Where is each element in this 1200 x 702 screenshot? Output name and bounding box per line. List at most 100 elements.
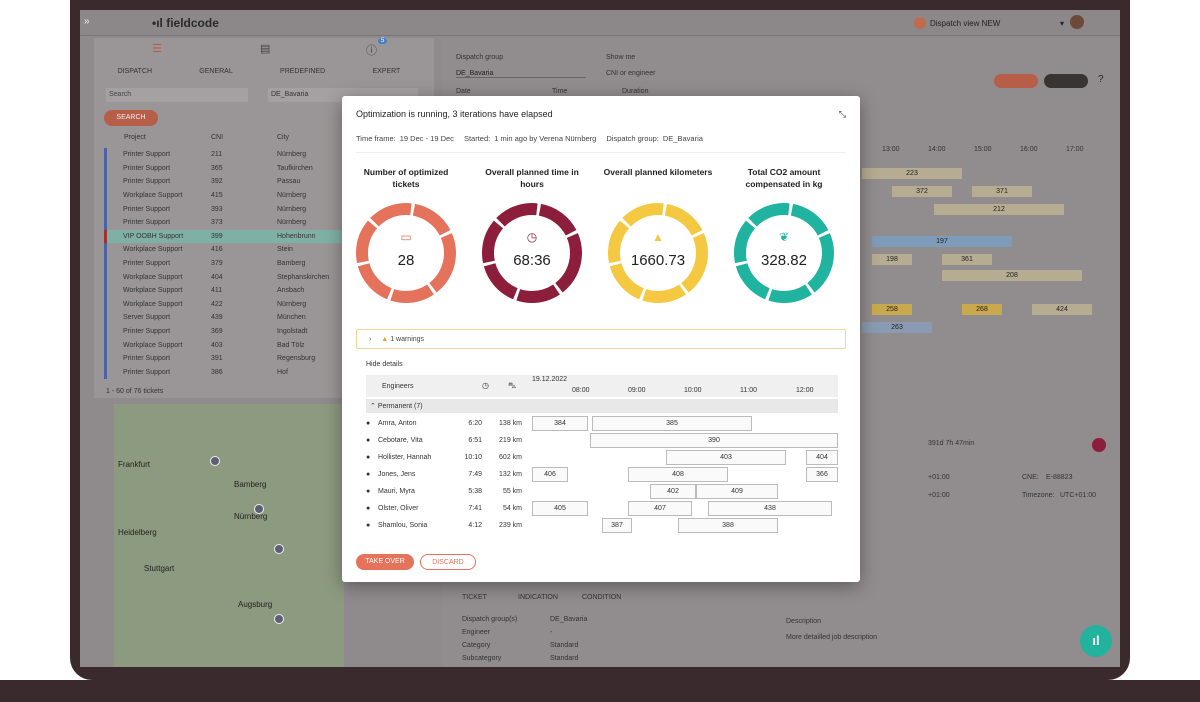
gantt-bar[interactable]: 263 [862,322,932,333]
map-marker[interactable] [274,614,284,624]
clipboard-icon[interactable]: ▤ [260,42,270,55]
table-cell: 399 [211,232,223,240]
gantt-bar[interactable]: 258 [872,304,912,315]
assignment-bar[interactable]: 438 [708,501,832,516]
tab-condition[interactable]: CONDITION [582,594,621,601]
map-marker[interactable] [210,456,220,466]
collapse-icon[interactable]: ⤡ [839,109,846,120]
gantt-bar[interactable]: 372 [892,186,952,197]
status-icon[interactable] [1092,438,1106,452]
avatar[interactable] [1070,15,1084,29]
table-cell: 393 [211,205,223,213]
gantt-bar[interactable]: 208 [942,270,1082,281]
gantt-bar[interactable]: 424 [1032,304,1092,315]
kpi-ring: ❦ 328.82 [733,202,835,304]
discard-button[interactable]: DISCARD [420,554,476,570]
engineer-row[interactable]: ● Hollister, Hannah 10:10 602 km [366,449,526,466]
table-cell: 439 [211,314,223,322]
tab-dispatch[interactable]: DISPATCH [118,68,152,82]
table-cell: Workplace Support [123,273,183,281]
assignment-bar[interactable]: 404 [806,450,838,465]
table-cell: 211 [211,151,223,159]
gantt-bar[interactable]: 223 [862,168,962,179]
gantt-bar[interactable]: 268 [962,304,1002,315]
dispatch-view-icon [914,17,926,29]
field-value: Standard [550,642,579,649]
map[interactable]: Frankfurt Bamberg Nürnberg Heidelberg St… [114,404,344,667]
take-over-button[interactable]: TAKE OVER [356,554,414,570]
divider [356,152,846,153]
gantt-bar[interactable]: 197 [872,236,1012,247]
kpi-label: Total CO2 amount compensated in kg [745,167,823,189]
assignment-bar[interactable]: 406 [532,467,568,482]
assignment-bar[interactable]: 409 [696,484,778,499]
fieldcode-assistant-button[interactable]: ıl [1080,625,1112,657]
field-label: Subcategory [462,655,502,662]
map-city: Heidelberg [118,528,157,537]
assignment-bar[interactable]: 387 [602,518,632,533]
info-icon[interactable]: ⓘ [366,42,377,58]
col-cni[interactable]: CNI [211,134,277,146]
dispatch-view-select[interactable]: Dispatch view NEW ▾ [914,15,1064,31]
permanent-group-row[interactable]: ⌃ Permanent (7) [366,399,838,413]
assignment-bar[interactable]: 388 [678,518,778,533]
engineer-row[interactable]: ● Cebotare, Vita 6:51 219 km [366,432,526,449]
table-cell: 386 [211,368,223,376]
dialog-title: Optimization is running, 3 iterations ha… [356,109,553,119]
engineer-row[interactable]: ● Mauri, Myra 5:38 55 km [366,483,526,500]
assignment-bar[interactable]: 384 [532,416,588,431]
table-cell: Printer Support [123,260,171,268]
list-icon[interactable]: ☰ [152,42,162,55]
engineer-row[interactable]: ● Olster, Oliver 7:41 54 km [366,500,526,517]
assignment-bar[interactable]: 385 [592,416,752,431]
announce-button[interactable] [994,74,1038,88]
help-icon[interactable]: ? [1098,74,1104,85]
assignment-bar[interactable]: 366 [806,467,838,482]
map-city: Nürnberg [234,512,268,521]
kpi-ring: ▭ 28 [355,202,457,304]
assignment-bar[interactable]: 402 [650,484,696,499]
assignment-bar[interactable]: 407 [628,501,692,516]
kpi-card: Overall planned kilometers ▲ 1660.73 [602,166,714,304]
tab-predefined[interactable]: PREDEFINED [280,68,325,82]
tab-general[interactable]: GENERAL [199,68,232,82]
show-me-input[interactable]: CNI or engineer [606,70,655,77]
map-marker[interactable] [274,544,284,554]
optimize-button[interactable] [1044,74,1088,88]
tab-expert[interactable]: EXPERT [372,68,400,82]
person-icon: ● [366,505,371,512]
device-base [0,680,1200,702]
engineer-row[interactable]: ● Amra, Anton 6:20 138 km [366,415,526,432]
table-cell: Workplace Support [123,246,183,254]
hide-details-toggle[interactable]: Hide details [366,361,403,368]
table-cell: Printer Support [123,205,171,213]
search-button[interactable]: SEARCH [104,110,158,126]
gantt-bar[interactable]: 371 [972,186,1032,197]
kpi-card: Number of optimized tickets ▭ 28 [350,166,462,304]
gantt-bar[interactable]: 212 [934,204,1064,215]
dispatch-group-select[interactable]: DE_Bavaria [456,70,586,78]
road-icon: ▲ [652,230,664,244]
tab-indication[interactable]: INDICATION [518,594,558,601]
warnings-row[interactable]: › ▲ 1 warnings [356,329,846,349]
tab-ticket[interactable]: TICKET [462,594,487,601]
assignment-bar[interactable]: 403 [666,450,786,465]
clock-icon: ◷ [482,381,489,390]
engineer-row[interactable]: ● Jones, Jens 7:49 132 km [366,466,526,483]
table-cell: 415 [211,192,223,200]
gantt-bar[interactable]: 198 [872,254,912,265]
chevron-right-icon: › [369,336,372,343]
assignment-bar[interactable]: 408 [628,467,728,482]
kpi-value: 328.82 [761,252,807,269]
engineer-row[interactable]: ● Shamlou, Sonia 4:12 239 km [366,517,526,534]
kpi-label: Overall planned kilometers [603,167,713,177]
optimization-dialog: Optimization is running, 3 iterations ha… [342,96,860,582]
expand-icon[interactable]: » [84,16,90,27]
gantt-bar[interactable]: 361 [942,254,992,265]
col-project[interactable]: Project [104,134,211,146]
table-cell: Workplace Support [123,287,183,295]
assignment-bar[interactable]: 405 [532,501,588,516]
map-marker[interactable] [254,504,264,514]
search-input[interactable]: Search [106,88,248,102]
assignment-bar[interactable]: 390 [590,433,838,448]
